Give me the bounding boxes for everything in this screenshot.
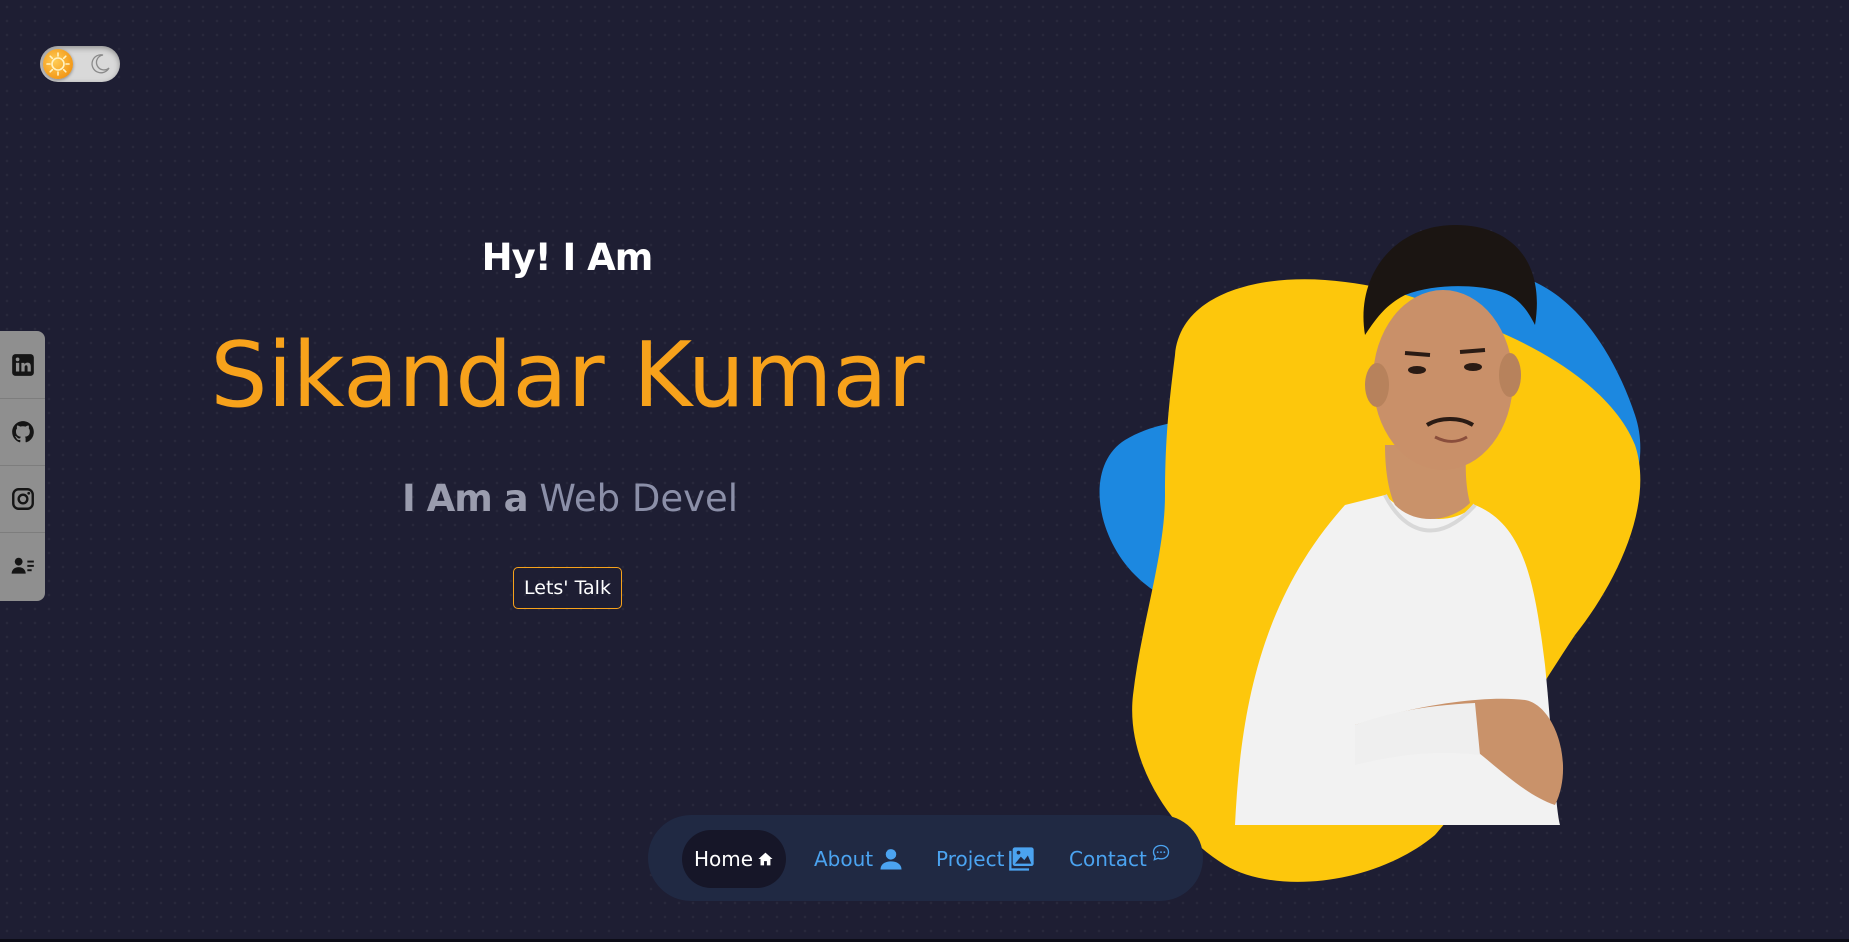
- sun-icon: [46, 52, 70, 76]
- contact-card-link[interactable]: [0, 532, 45, 599]
- nav-home-label: Home: [694, 847, 754, 871]
- image-icon: [1009, 847, 1035, 871]
- instagram-link[interactable]: [0, 465, 45, 533]
- user-icon: [880, 849, 902, 870]
- nav-item-contact[interactable]: Contact: [1069, 830, 1171, 888]
- role-typed-text: Web Devel: [539, 477, 739, 520]
- linkedin-link[interactable]: [0, 331, 45, 399]
- social-sidebar: [0, 331, 45, 601]
- chat-icon: [1152, 844, 1169, 861]
- bottom-nav: Home About Project Contact: [648, 815, 1203, 901]
- portrait-illustration: [1099, 225, 1641, 882]
- lets-talk-button[interactable]: Lets' Talk: [513, 567, 622, 609]
- nav-contact-label: Contact: [1069, 847, 1147, 871]
- hero-name: Sikandar Kumar: [210, 323, 925, 428]
- github-link[interactable]: [0, 398, 45, 466]
- contact-card-icon: [11, 557, 34, 574]
- role-line: I Am a Web Devel: [330, 477, 810, 520]
- github-icon: [11, 420, 34, 442]
- home-icon: [758, 852, 773, 866]
- role-prefix: I Am a: [401, 477, 529, 520]
- nav-project-label: Project: [936, 847, 1005, 871]
- nav-about-label: About: [814, 847, 874, 871]
- toggle-knob[interactable]: [43, 49, 73, 79]
- nav-item-about[interactable]: About: [814, 830, 905, 888]
- linkedin-icon: [11, 353, 34, 376]
- greeting-text: Hy! I Am: [481, 236, 654, 279]
- nav-item-home[interactable]: Home: [682, 830, 786, 888]
- instagram-icon: [11, 487, 34, 510]
- moon-icon: [91, 54, 110, 74]
- theme-toggle[interactable]: [40, 46, 120, 82]
- nav-item-project[interactable]: Project: [936, 830, 1036, 888]
